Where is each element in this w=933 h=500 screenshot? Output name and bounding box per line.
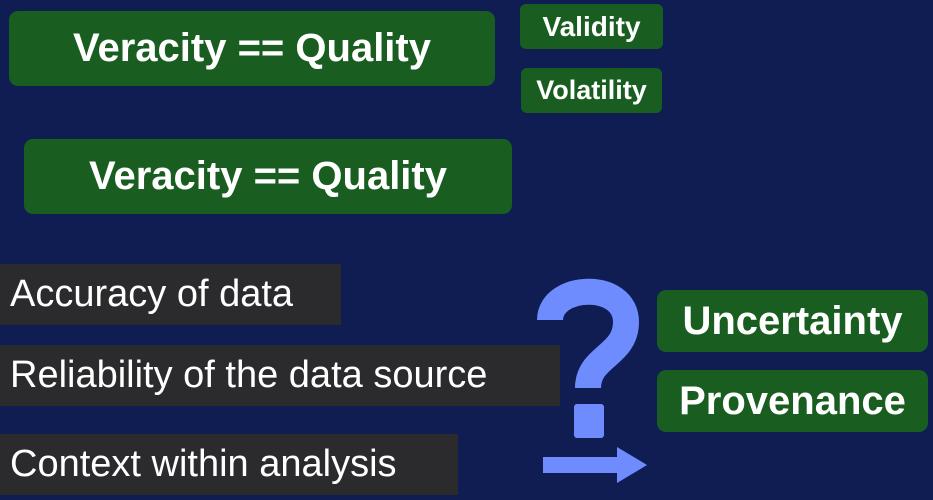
- validity-tag: Validity: [520, 4, 663, 49]
- question-mark-hook: [537, 278, 639, 390]
- uncertainty-tag-text: Uncertainty: [682, 298, 903, 343]
- volatility-tag: Volatility: [521, 68, 662, 113]
- reliability-of-source-item: Reliability of the data source: [0, 345, 560, 406]
- provenance-tag: Provenance: [657, 370, 928, 432]
- right-arrow-icon: [543, 447, 647, 483]
- veracity-quality-title: Veracity == Quality: [9, 11, 495, 86]
- context-within-analysis-item: Context within analysis: [0, 434, 458, 495]
- question-mark-dot: [574, 404, 604, 438]
- volatility-tag-text: Volatility: [536, 75, 647, 105]
- arrow-shaft: [543, 457, 619, 473]
- arrow-head: [617, 447, 647, 483]
- context-within-analysis-text: Context within analysis: [10, 443, 397, 485]
- uncertainty-tag: Uncertainty: [657, 290, 928, 352]
- accuracy-of-data-item: Accuracy of data: [0, 264, 341, 325]
- veracity-quality-heading: Veracity == Quality: [24, 139, 512, 214]
- question-mark-icon: [537, 278, 639, 438]
- reliability-of-source-text: Reliability of the data source: [10, 354, 488, 396]
- validity-tag-text: Validity: [542, 10, 641, 42]
- veracity-quality-heading-text: Veracity == Quality: [89, 154, 447, 198]
- provenance-tag-text: Provenance: [679, 378, 906, 423]
- accuracy-of-data-text: Accuracy of data: [10, 273, 294, 315]
- veracity-quality-title-text: Veracity == Quality: [73, 26, 431, 70]
